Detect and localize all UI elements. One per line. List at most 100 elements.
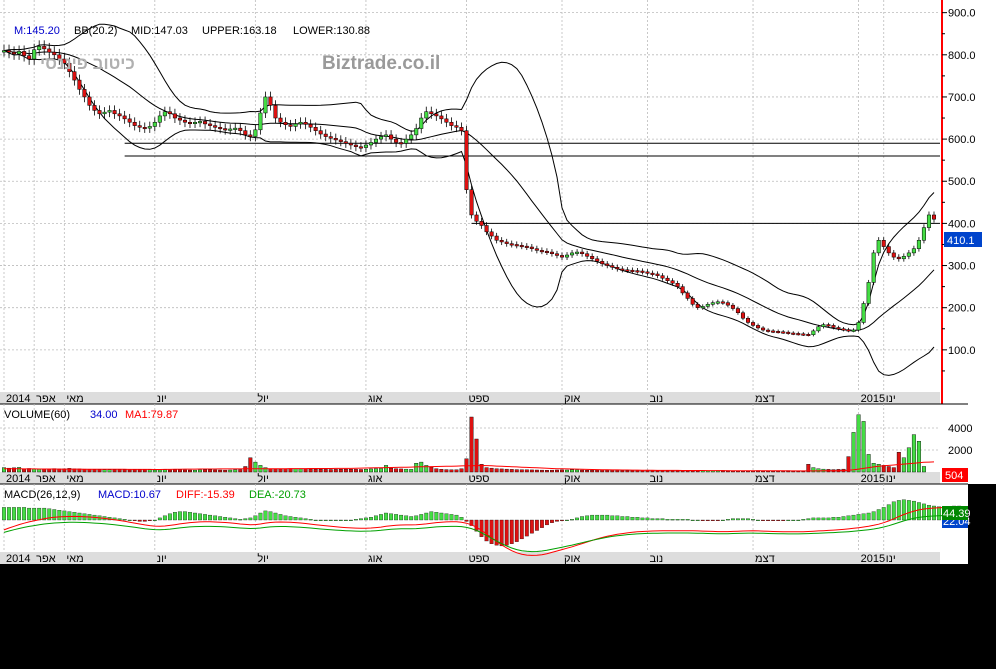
- macd-histogram-bar: [766, 519, 771, 521]
- macd-badge-top-label: 44.39: [943, 508, 971, 520]
- macd-histogram-bar: [273, 512, 278, 521]
- volume-bar: [253, 461, 258, 473]
- candle-down: [47, 48, 52, 53]
- candle-up: [821, 324, 826, 327]
- volume-bar: [132, 469, 137, 473]
- x-axis-label: אוק: [564, 393, 580, 405]
- candle-down: [600, 261, 605, 265]
- candle-up: [162, 111, 167, 117]
- volume-bar: [92, 469, 97, 473]
- candle-up: [107, 110, 112, 113]
- macd-histogram-bar: [670, 519, 675, 521]
- volume-bar: [896, 452, 901, 473]
- volume-bar: [625, 470, 630, 473]
- macd-histogram-bar: [167, 513, 172, 521]
- volume-bar: [921, 466, 926, 473]
- macd-histogram-bar: [781, 519, 786, 521]
- macd-histogram-bar: [710, 519, 715, 521]
- volume-bar: [630, 470, 635, 473]
- macd-histogram-bar: [419, 514, 424, 521]
- candle-down: [87, 96, 92, 106]
- candle-up: [715, 301, 720, 304]
- volume-bar: [42, 468, 47, 473]
- x-axis-label: יול: [257, 552, 269, 565]
- volume-bar: [580, 469, 585, 473]
- volume-bar: [871, 463, 876, 473]
- candle-down: [27, 55, 32, 60]
- macd-histogram-bar: [429, 511, 434, 521]
- candle-down: [695, 304, 700, 308]
- candle-down: [328, 136, 333, 139]
- macd-histogram-bar: [620, 516, 625, 521]
- macd-histogram-bar: [690, 519, 695, 521]
- candle-up: [575, 251, 580, 254]
- candle-down: [223, 128, 228, 131]
- macd-histogram-bar: [7, 507, 11, 521]
- macd-histogram-bar: [283, 515, 288, 521]
- current-price-label: 410.1: [947, 235, 975, 247]
- candle-down: [187, 121, 193, 124]
- x-axis-label: ספט: [468, 393, 489, 405]
- candle-up: [871, 252, 876, 283]
- candle-down: [625, 269, 630, 272]
- candle-down: [645, 271, 650, 274]
- macd-histogram-bar: [203, 514, 207, 521]
- candle-down: [288, 124, 293, 127]
- volume-bar: [876, 464, 881, 473]
- macd-histogram-bar: [635, 517, 640, 521]
- x-axis-label: אפר: [36, 473, 56, 485]
- macd-histogram-bar: [625, 516, 630, 521]
- macd-histogram-bar: [851, 514, 856, 521]
- macd-histogram-bar: [147, 519, 152, 521]
- candle-up: [258, 112, 263, 131]
- macd-histogram-bar: [17, 507, 21, 521]
- macd-histogram-bar: [439, 512, 444, 521]
- legend-bb: BB(20.2): [74, 25, 117, 37]
- candle-down: [761, 327, 766, 331]
- candle-down: [167, 111, 172, 115]
- volume-bar: [298, 468, 303, 473]
- hebrew-watermark: כיטוב פיננסי: [40, 54, 135, 73]
- volume-bar: [127, 469, 132, 473]
- candle-down: [218, 127, 223, 130]
- volume-bar: [449, 469, 454, 473]
- candle-down: [213, 125, 218, 128]
- volume-bar: [555, 469, 559, 473]
- candle-up: [37, 46, 42, 50]
- macd-histogram-bar: [761, 519, 765, 521]
- candle-up: [570, 252, 575, 256]
- volume-bar: [484, 467, 489, 473]
- x-axis-label: 2014: [6, 473, 30, 485]
- x-axis-label: יונ: [157, 473, 167, 485]
- macd-histogram-bar: [580, 516, 585, 521]
- candle-up: [916, 240, 921, 249]
- candle-down: [454, 125, 459, 128]
- x-axis-label: יונ: [157, 393, 167, 405]
- volume-bar: [444, 469, 449, 473]
- candle-up: [710, 302, 715, 305]
- candle-up: [700, 306, 705, 309]
- macd-histogram-bar: [318, 519, 323, 521]
- macd-histogram-bar: [700, 519, 705, 521]
- x-axis-label: יונ: [157, 553, 167, 565]
- macd-histogram-bar: [751, 519, 755, 521]
- macd-histogram-bar: [298, 517, 303, 521]
- candle-down: [740, 312, 745, 319]
- volume-bar: [338, 469, 343, 473]
- candle-down: [504, 241, 509, 244]
- price-tick-label: 300.0: [948, 261, 976, 273]
- candle-down: [519, 245, 524, 248]
- macd-histogram-bar: [122, 519, 127, 521]
- volume-bar: [605, 469, 610, 473]
- macd-histogram-bar: [389, 513, 393, 521]
- volume-bar: [379, 468, 383, 473]
- macd-histogram-bar: [539, 519, 544, 528]
- volume-bar: [575, 469, 580, 473]
- volume-tick-label: 4000: [948, 423, 972, 435]
- candle-down: [394, 138, 399, 143]
- macd-histogram-bar: [374, 515, 378, 521]
- candle-down: [122, 115, 127, 120]
- candle-down: [77, 79, 82, 90]
- volume-bar: [529, 469, 534, 473]
- macd-histogram-bar: [459, 517, 464, 521]
